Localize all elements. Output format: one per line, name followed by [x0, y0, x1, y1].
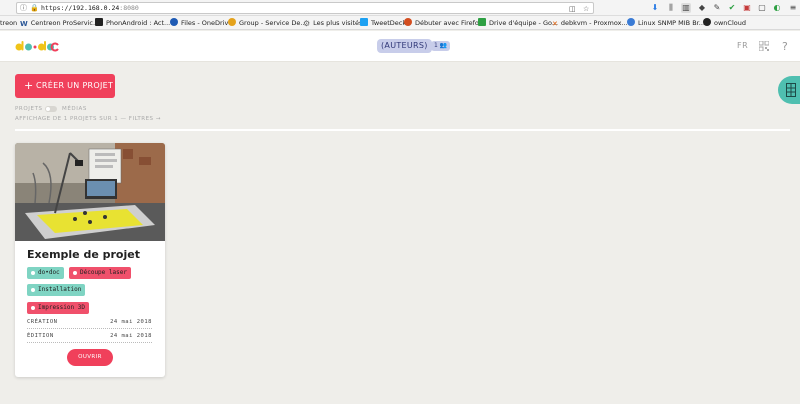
extension-icon[interactable]: ▣	[742, 3, 752, 13]
dodoc-logo[interactable]	[15, 39, 59, 53]
bookmark-item[interactable]: Files - OneDrive	[170, 16, 232, 29]
project-preview-image	[15, 143, 165, 241]
plus-icon: +	[24, 79, 34, 92]
bookmark-item[interactable]: Débuter avec Firefox	[404, 16, 483, 29]
edited-label: ÉDITION	[27, 333, 54, 339]
filter-summary[interactable]: AFFICHAGE DE 1 PROJETS SUR 1 — FILTRES →	[15, 115, 161, 123]
extension-icon[interactable]: ◆	[697, 3, 707, 13]
keyword-tag[interactable]: do•doc	[27, 267, 64, 279]
create-project-label: CRÉER UN PROJET	[36, 81, 114, 90]
tweetdeck-icon	[360, 18, 368, 26]
extension-icon[interactable]: ✎	[712, 3, 722, 13]
browser-toolbar: ⓘ 🔒 https://192.168.0.24:8080 ◫ ☆ ⬇ ⫼ ▥ …	[0, 0, 800, 16]
app-header: (AUTEURS) 1 👥 FR ?	[0, 31, 800, 62]
bookmark-item[interactable]: Linux SNMP MIB Br...	[627, 16, 705, 29]
sidebar-icon[interactable]: ▥	[681, 3, 691, 13]
address-bar[interactable]: ⓘ 🔒 https://192.168.0.24:8080 ◫ ☆	[16, 2, 594, 14]
bookmark-favicon-icon	[228, 18, 236, 26]
authors-button[interactable]: (AUTEURS)	[377, 39, 432, 53]
help-icon[interactable]: ?	[782, 40, 788, 53]
users-icon: 👥	[439, 42, 448, 49]
pocket-icon[interactable]: ◫	[569, 4, 576, 14]
extension-icon[interactable]: ✔	[727, 3, 737, 13]
url-text[interactable]: https://192.168.0.24:8080	[41, 3, 139, 13]
bookmark-star-icon[interactable]: ☆	[583, 4, 589, 14]
project-card[interactable]: Exemple de projet do•doc Découpe laser I…	[15, 143, 165, 377]
bookmark-item[interactable]: ✕ debkvm - Proxmox...	[552, 16, 628, 29]
project-title[interactable]: Exemple de projet	[27, 248, 140, 261]
edited-date: 24 mai 2018	[110, 333, 152, 339]
proxmox-icon: ✕	[552, 20, 558, 28]
download-icon[interactable]: ⬇	[650, 3, 660, 13]
category-tag[interactable]: Impression 3D	[27, 302, 89, 314]
projects-media-switch[interactable]	[45, 106, 57, 112]
cloud-icon	[170, 18, 178, 26]
create-project-button[interactable]: + CRÉER UN PROJET	[15, 74, 115, 98]
bookmark-item[interactable]: treon	[0, 16, 17, 29]
toggle-media-label[interactable]: MÉDIAS	[62, 105, 87, 113]
bookmark-item[interactable]: TweetDeck	[360, 16, 406, 29]
qr-code-icon[interactable]	[759, 41, 769, 51]
authors-count-badge[interactable]: 1 👥	[431, 41, 451, 51]
bookmark-item[interactable]: PhonAndroid : Act...	[95, 16, 170, 29]
lock-icon: 🔒	[30, 4, 39, 12]
divider	[15, 129, 790, 131]
bookmark-item[interactable]: Drive d'équipe - Go...	[478, 16, 558, 29]
library-icon[interactable]: ⫼	[666, 3, 676, 13]
info-icon[interactable]: ⓘ	[20, 3, 27, 13]
bookmarks-bar: treon W Centreon ProServic... PhonAndroid…	[0, 16, 800, 30]
created-date: 24 mai 2018	[110, 319, 152, 325]
language-selector[interactable]: FR	[737, 41, 748, 50]
keyword-tag[interactable]: Installation	[27, 284, 86, 296]
gear-icon: ⚙	[303, 19, 311, 28]
menu-icon[interactable]: ≡	[788, 3, 798, 13]
arrow-right-icon: →	[155, 116, 161, 122]
project-pane-icon	[786, 83, 796, 97]
extension-icon[interactable]: ▢	[757, 3, 767, 13]
firefox-icon	[404, 18, 412, 26]
open-project-button[interactable]: OUVRIR	[67, 349, 113, 366]
extension-icon[interactable]: ◐	[772, 3, 782, 13]
bookmark-item[interactable]: Group - Service De...	[228, 16, 307, 29]
bookmark-item[interactable]: W Centreon ProServic...	[20, 16, 99, 29]
side-panel-button[interactable]	[778, 76, 800, 104]
bookmark-favicon-icon	[627, 18, 635, 26]
created-row: CRÉATION 24 mai 2018	[27, 317, 152, 329]
edited-row: ÉDITION 24 mai 2018	[27, 331, 152, 343]
bookmark-favicon-icon: W	[20, 20, 28, 28]
drive-icon	[478, 18, 486, 26]
owncloud-icon	[703, 18, 711, 26]
created-label: CRÉATION	[27, 319, 58, 325]
toggle-projects-label[interactable]: PROJETS	[15, 105, 43, 113]
bookmark-item[interactable]: ownCloud	[703, 16, 746, 29]
category-tag[interactable]: Découpe laser	[69, 267, 131, 279]
bookmark-favicon-icon	[95, 18, 103, 26]
bookmark-item[interactable]: ⚙ Les plus visités	[303, 16, 362, 29]
